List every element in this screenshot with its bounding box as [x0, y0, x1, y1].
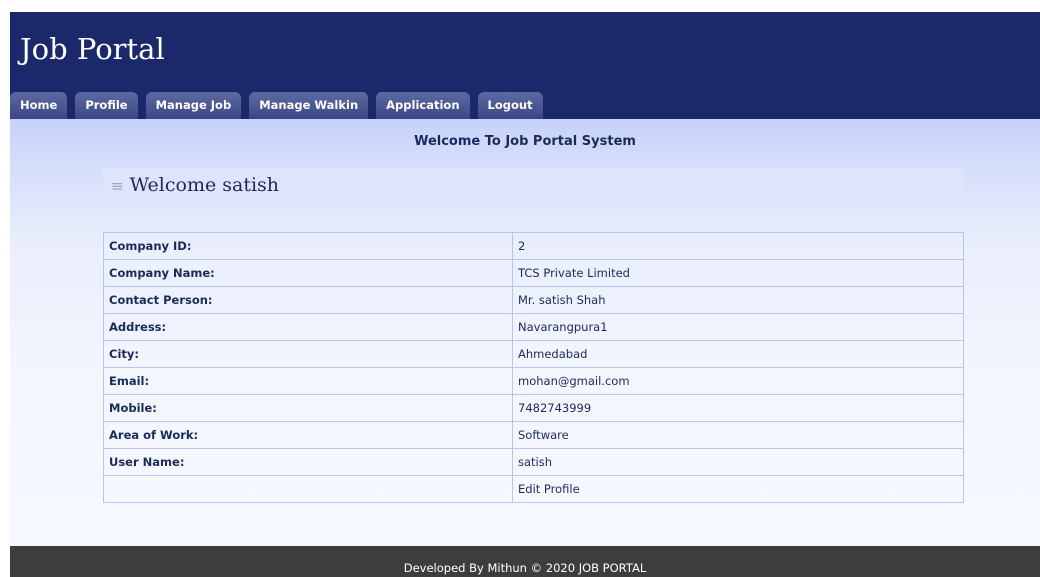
welcome-heading: ≡ Welcome satish	[111, 174, 279, 196]
field-label: Mobile:	[103, 394, 513, 422]
page-frame: Job Portal Home Profile Manage Job Manag…	[10, 12, 1040, 577]
nav-profile[interactable]: Profile	[75, 92, 138, 119]
welcome-heading-text: Welcome satish	[129, 174, 280, 196]
nav-manage-job[interactable]: Manage Job	[145, 92, 242, 119]
field-value: mohan@gmail.com	[512, 367, 964, 395]
menu-icon: ≡	[111, 177, 124, 195]
field-value: 7482743999	[512, 394, 964, 422]
nav-home[interactable]: Home	[10, 92, 68, 119]
table-row: Address: Navarangpura1	[103, 313, 964, 341]
field-label: User Name:	[103, 448, 513, 476]
field-label: Contact Person:	[103, 286, 513, 314]
field-label: Area of Work:	[103, 421, 513, 449]
field-label: Company ID:	[103, 232, 513, 260]
field-label: City:	[103, 340, 513, 368]
table-row: Contact Person: Mr. satish Shah	[103, 286, 964, 314]
footer-text: Developed By Mithun © 2020 JOB PORTAL	[403, 561, 647, 575]
field-value: Navarangpura1	[512, 313, 964, 341]
table-row: Edit Profile	[103, 475, 964, 503]
site-title: Job Portal	[20, 32, 165, 66]
edit-cell: Edit Profile	[512, 475, 964, 503]
nav-bar: Home Profile Manage Job Manage Walkin Ap…	[10, 92, 551, 119]
field-value: TCS Private Limited	[512, 259, 964, 287]
table-row: City: Ahmedabad	[103, 340, 964, 368]
nav-application[interactable]: Application	[376, 92, 470, 119]
table-row: Email: mohan@gmail.com	[103, 367, 964, 395]
table-row: Company Name: TCS Private Limited	[103, 259, 964, 287]
field-value: satish	[512, 448, 964, 476]
field-label: Company Name:	[103, 259, 513, 287]
site-footer: Developed By Mithun © 2020 JOB PORTAL	[10, 546, 1040, 577]
table-row: Mobile: 7482743999	[103, 394, 964, 422]
field-value: Software	[512, 421, 964, 449]
field-value: Ahmedabad	[512, 340, 964, 368]
field-label: Address:	[103, 313, 513, 341]
field-value: Mr. satish Shah	[512, 286, 964, 314]
empty-cell	[103, 475, 513, 503]
profile-table: Company ID: 2 Company Name: TCS Private …	[103, 232, 964, 503]
nav-manage-walkin[interactable]: Manage Walkin	[249, 92, 369, 119]
welcome-banner: Welcome To Job Portal System	[414, 134, 636, 149]
field-value: 2	[512, 232, 964, 260]
table-row: Company ID: 2	[103, 232, 964, 260]
table-row: Area of Work: Software	[103, 421, 964, 449]
table-row: User Name: satish	[103, 448, 964, 476]
site-header: Job Portal Home Profile Manage Job Manag…	[10, 12, 1040, 119]
welcome-box: ≡ Welcome satish	[103, 168, 964, 204]
main-content: Welcome To Job Portal System ≡ Welcome sa…	[10, 119, 1040, 546]
edit-profile-link[interactable]: Edit Profile	[518, 482, 580, 496]
nav-logout[interactable]: Logout	[477, 92, 543, 119]
field-label: Email:	[103, 367, 513, 395]
